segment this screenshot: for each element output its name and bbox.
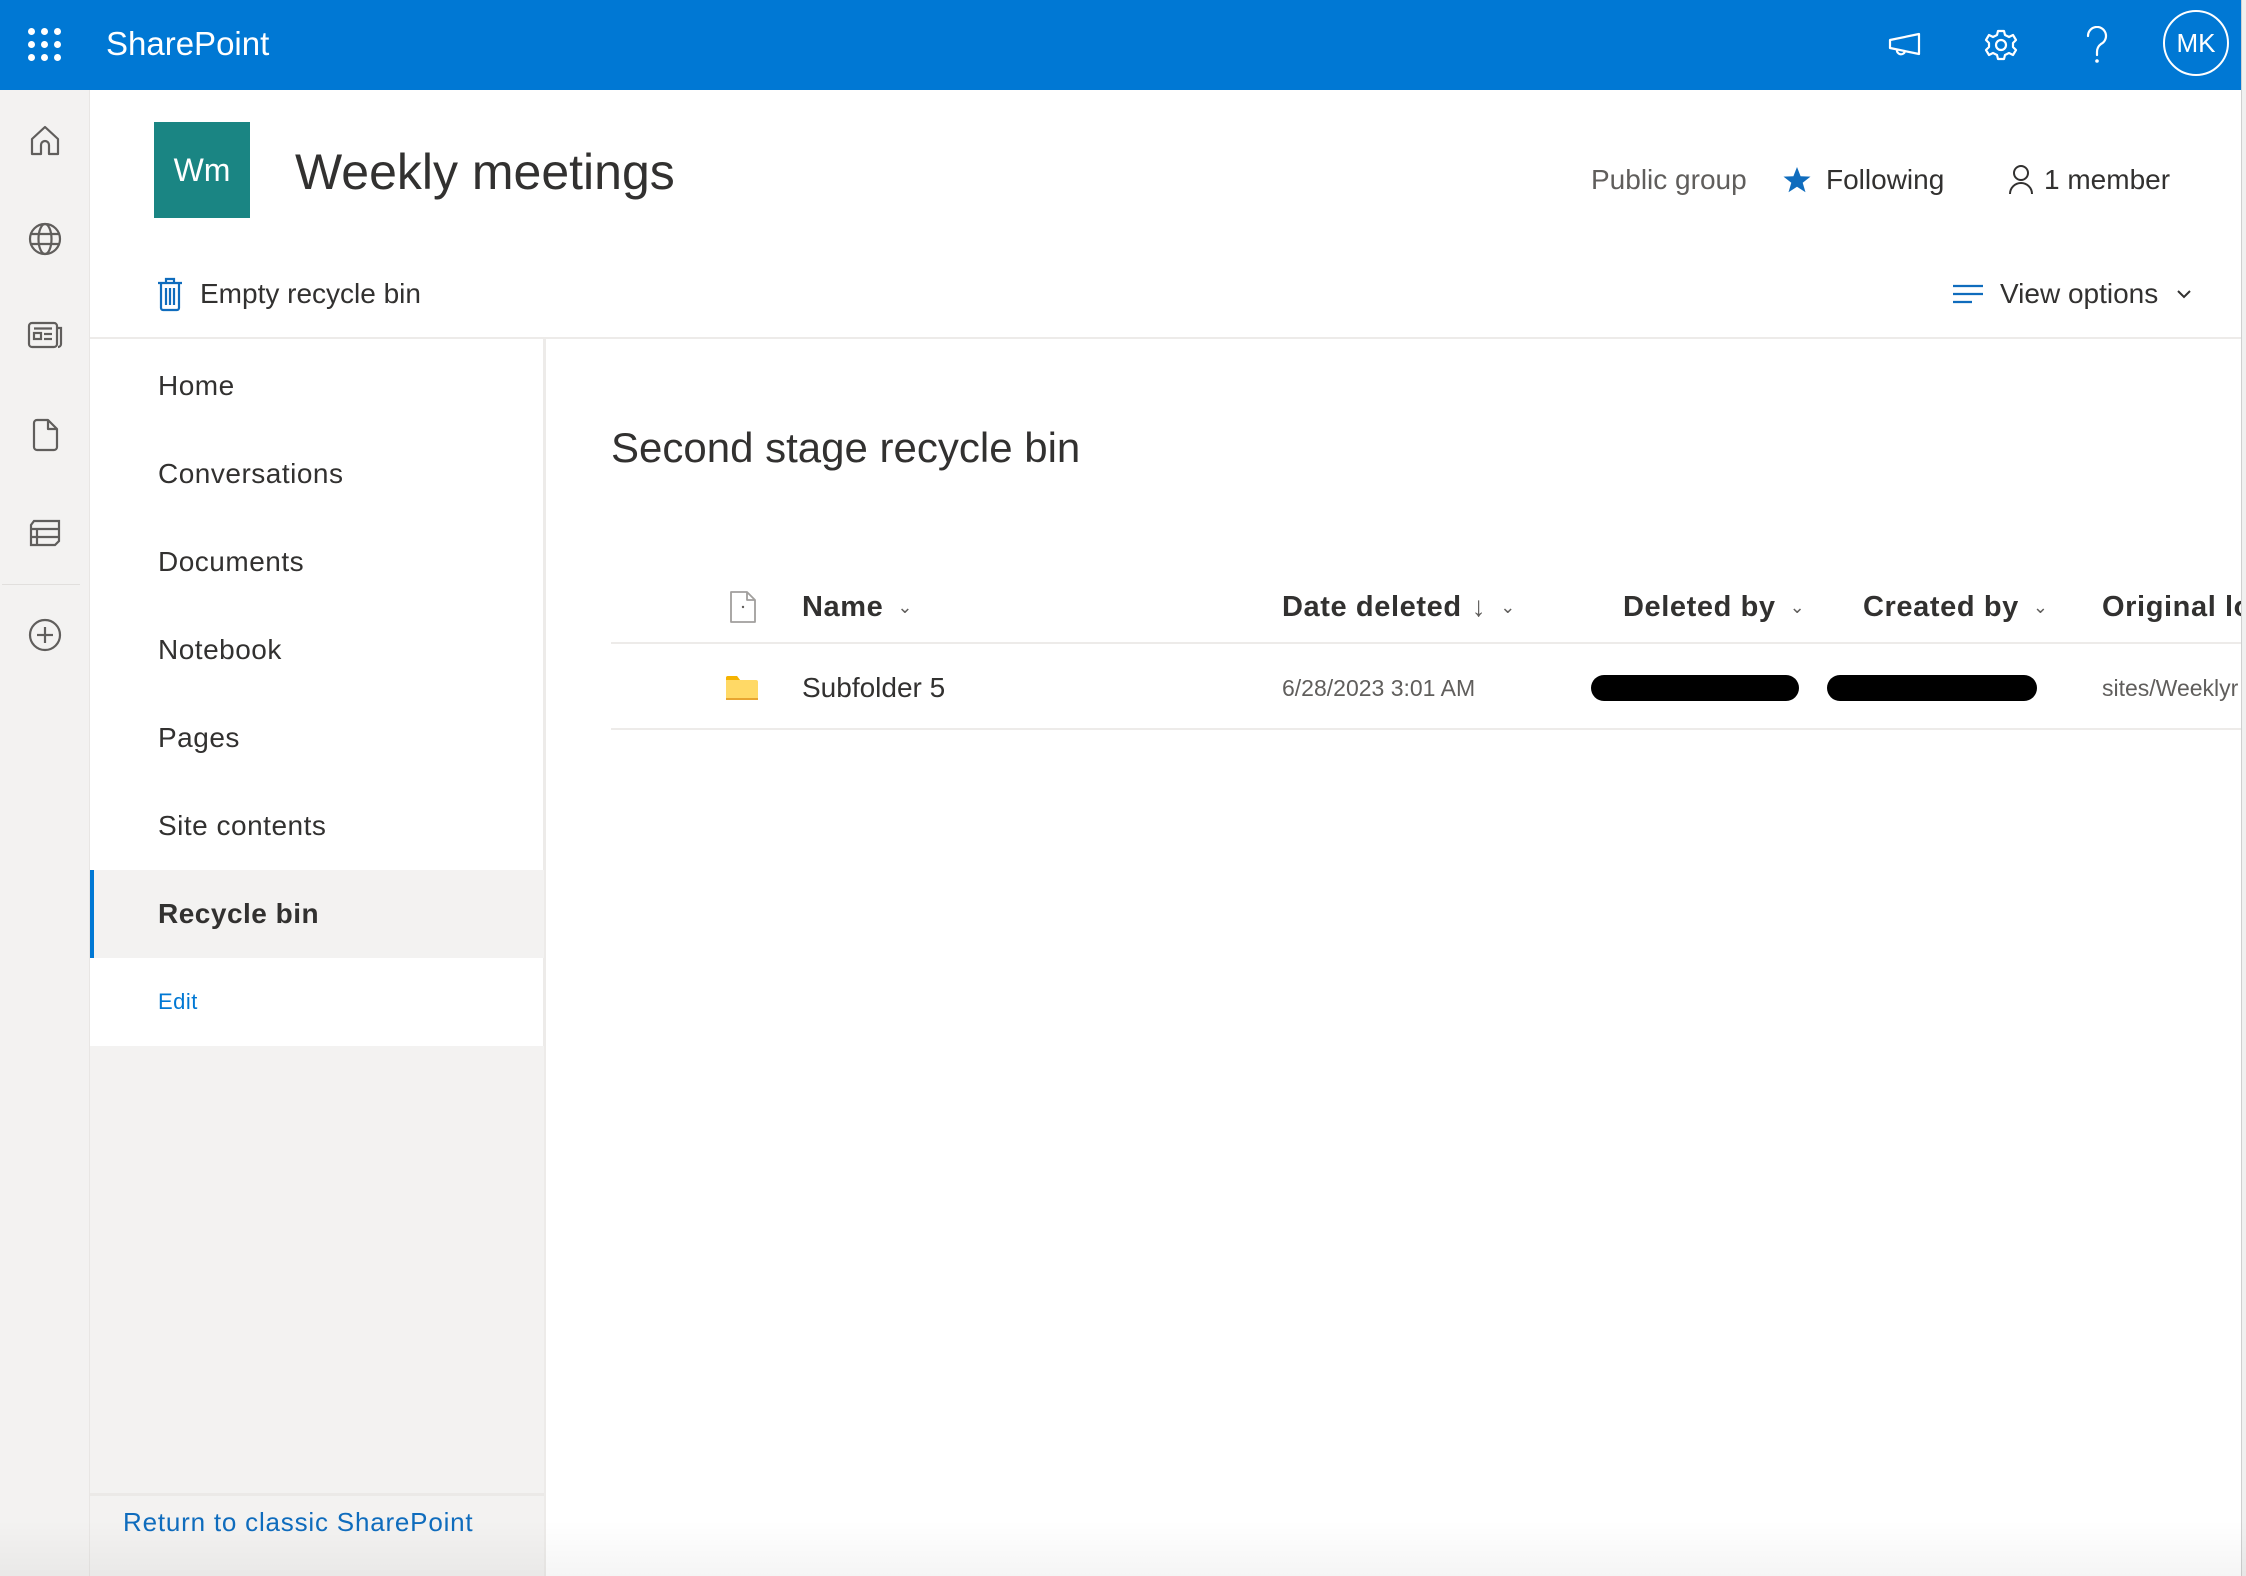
- sort-descending-icon: ↓: [1471, 591, 1487, 622]
- table-row[interactable]: Subfolder 5 6/28/2023 3:01 AM sites/Week…: [611, 646, 2246, 730]
- app-name[interactable]: SharePoint: [106, 22, 269, 66]
- column-original-location-label: Original lo: [2102, 590, 2246, 623]
- nav-item-home[interactable]: Home: [90, 342, 545, 430]
- star-icon: [1782, 165, 1812, 195]
- row-created-by-redacted: [1827, 646, 2037, 730]
- chevron-down-icon: [2176, 289, 2192, 299]
- members-button[interactable]: 1 member: [2008, 160, 2170, 200]
- nav-panel: Home Conversations Documents Notebook Pa…: [90, 339, 545, 1046]
- row-date-deleted: 6/28/2023 3:01 AM: [1282, 674, 1476, 701]
- column-created-by-label: Created by: [1863, 590, 2019, 623]
- suite-bar: SharePoint MK: [0, 0, 2246, 90]
- row-deleted-by-redacted: [1591, 646, 1799, 730]
- redaction-bar: [1591, 675, 1799, 701]
- nav-item-site-contents[interactable]: Site contents: [90, 782, 545, 870]
- view-lines-icon: [1952, 282, 1984, 306]
- column-header-deleted-by[interactable]: Deleted by ⌄: [1623, 570, 1805, 644]
- person-icon: [2008, 164, 2034, 196]
- empty-recycle-bin-label: Empty recycle bin: [200, 278, 421, 309]
- site-logo[interactable]: Wm: [154, 122, 250, 218]
- trash-icon: [156, 276, 184, 312]
- chevron-down-icon: ⌄: [2032, 596, 2049, 617]
- page-heading: Second stage recycle bin: [611, 424, 1081, 471]
- nav-item-documents[interactable]: Documents: [90, 518, 545, 606]
- nav-footer-divider: [90, 1493, 545, 1496]
- chevron-down-icon: ⌄: [897, 596, 914, 617]
- nav-item-recycle-bin[interactable]: Recycle bin: [90, 870, 545, 958]
- follow-button[interactable]: Following: [1782, 160, 1944, 200]
- column-deleted-by-label: Deleted by: [1623, 590, 1776, 623]
- home-icon[interactable]: [18, 114, 72, 168]
- globe-icon[interactable]: [18, 212, 72, 266]
- chevron-down-icon: ⌄: [1500, 596, 1516, 617]
- members-label: 1 member: [2044, 164, 2171, 195]
- nav-item-conversations[interactable]: Conversations: [90, 430, 545, 518]
- nav-item-pages[interactable]: Pages: [90, 694, 545, 782]
- app-rail: [0, 90, 90, 1576]
- app-launcher-icon[interactable]: [22, 22, 68, 68]
- redaction-bar: [1827, 675, 2037, 701]
- view-options-button[interactable]: View options: [1952, 272, 2192, 316]
- user-avatar[interactable]: MK: [2163, 10, 2229, 76]
- column-name-label: Name: [802, 590, 884, 623]
- document-icon[interactable]: [18, 408, 72, 462]
- file-type-column-icon[interactable]: [729, 570, 757, 644]
- privacy-label: Public group: [1591, 160, 1747, 200]
- news-icon[interactable]: [18, 308, 72, 362]
- empty-recycle-bin-button[interactable]: Empty recycle bin: [156, 272, 421, 316]
- view-options-label: View options: [2000, 278, 2159, 309]
- column-header-date-deleted[interactable]: Date deleted ↓ ⌄: [1282, 570, 1516, 644]
- nav-edit-link[interactable]: Edit: [90, 958, 545, 1046]
- row-name[interactable]: Subfolder 5: [802, 646, 945, 730]
- follow-label: Following: [1826, 164, 1945, 195]
- privacy-text: Public group: [1591, 164, 1747, 195]
- row-original-location: sites/Weeklyr: [2102, 674, 2239, 701]
- column-header-created-by[interactable]: Created by ⌄: [1863, 570, 2049, 644]
- column-header-name[interactable]: Name ⌄: [802, 570, 913, 644]
- chevron-down-icon: ⌄: [1789, 596, 1806, 617]
- rail-divider: [2, 584, 80, 585]
- window-edge: [2241, 0, 2246, 1576]
- return-to-classic-link[interactable]: Return to classic SharePoint: [123, 1507, 473, 1538]
- column-date-deleted-label: Date deleted: [1282, 590, 1462, 623]
- add-circle-icon[interactable]: [18, 608, 72, 662]
- nav-border: [544, 339, 546, 1576]
- nav-item-notebook[interactable]: Notebook: [90, 606, 545, 694]
- settings-gear-icon[interactable]: [1976, 20, 2026, 70]
- list-icon[interactable]: [18, 506, 72, 560]
- site-title[interactable]: Weekly meetings: [295, 142, 675, 202]
- folder-icon: [725, 646, 759, 730]
- help-icon[interactable]: [2072, 20, 2122, 70]
- column-header-original-location[interactable]: Original lo: [2102, 570, 2246, 644]
- list-header: Name ⌄ Date deleted ↓ ⌄ Deleted by ⌄ Cre…: [611, 570, 2246, 644]
- site-navigation: Home Conversations Documents Notebook Pa…: [90, 339, 545, 1576]
- megaphone-icon[interactable]: [1880, 20, 1930, 70]
